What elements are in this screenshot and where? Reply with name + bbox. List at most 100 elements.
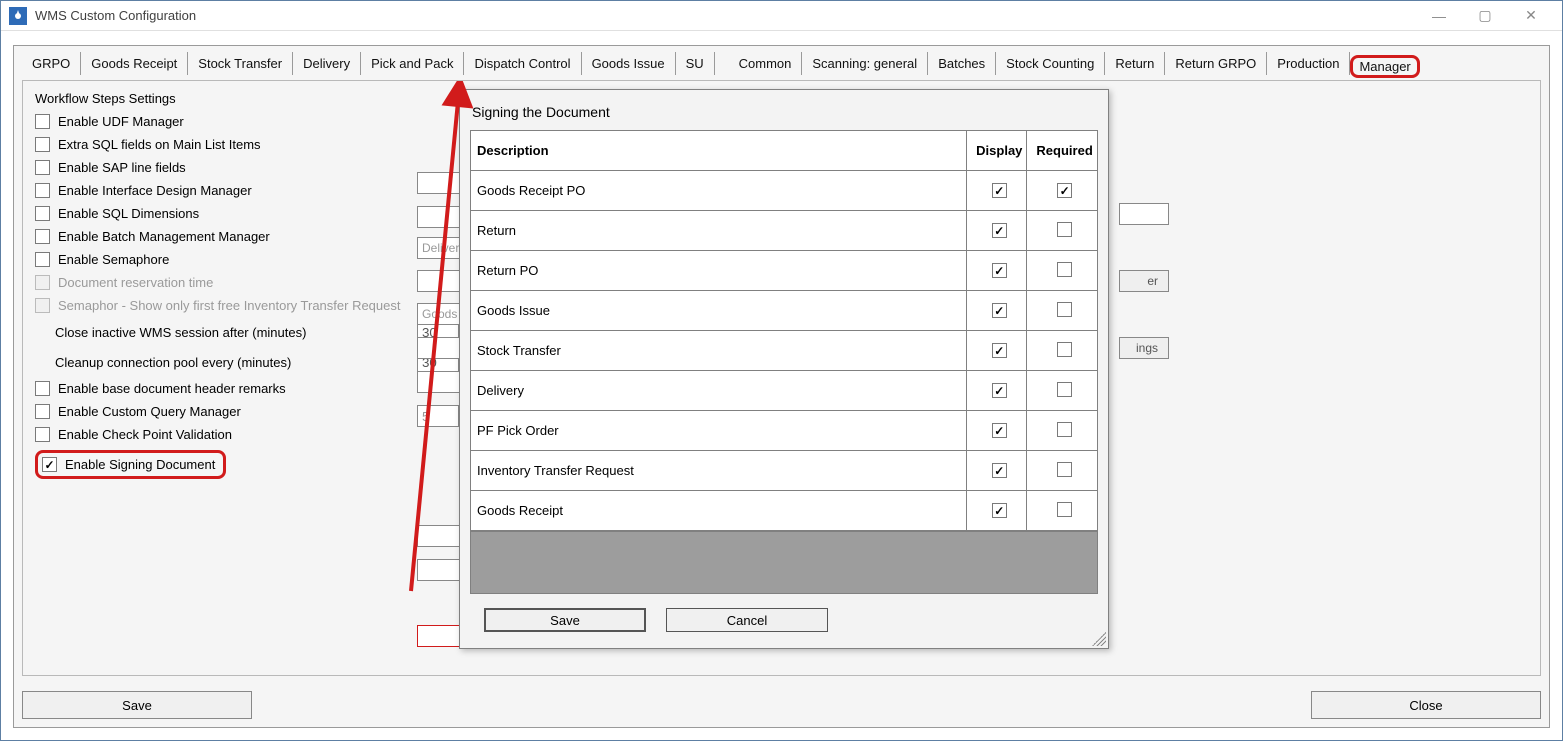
tab-goods-issue[interactable]: Goods Issue	[582, 52, 676, 75]
tab-grpo[interactable]: GRPO	[22, 52, 81, 75]
col-header-description[interactable]: Description	[471, 131, 967, 171]
checkbox-label: Enable Signing Document	[65, 457, 215, 472]
display-checkbox[interactable]	[992, 383, 1007, 398]
cleanup-label: Cleanup connection pool every (minutes)	[55, 355, 417, 370]
checkbox[interactable]	[35, 252, 50, 267]
main-save-button[interactable]: Save	[22, 691, 252, 719]
tab-stock-counting[interactable]: Stock Counting	[996, 52, 1105, 75]
window-title: WMS Custom Configuration	[35, 8, 1416, 23]
checkbox[interactable]	[35, 427, 50, 442]
display-checkbox[interactable]	[992, 183, 1007, 198]
required-checkbox[interactable]	[1057, 422, 1072, 437]
dialog-save-button[interactable]: Save	[484, 608, 646, 632]
cell-required	[1027, 491, 1097, 531]
checkbox[interactable]	[35, 404, 50, 419]
grid-row[interactable]: Goods Receipt PO	[471, 171, 1097, 211]
cell-display	[967, 331, 1027, 371]
required-checkbox[interactable]	[1057, 183, 1072, 198]
tab-dispatch-control[interactable]: Dispatch Control	[464, 52, 581, 75]
tab-bar: GRPOGoods ReceiptStock TransferDeliveryP…	[22, 52, 1541, 76]
checkbox	[35, 275, 50, 290]
tab-pick-and-pack[interactable]: Pick and Pack	[361, 52, 464, 75]
checkbox-label: Enable UDF Manager	[58, 114, 184, 129]
tab-batches[interactable]: Batches	[928, 52, 996, 75]
app-icon	[9, 7, 27, 25]
col-header-display[interactable]: Display	[967, 131, 1027, 171]
display-checkbox[interactable]	[992, 503, 1007, 518]
display-checkbox[interactable]	[992, 343, 1007, 358]
tab-delivery[interactable]: Delivery	[293, 52, 361, 75]
col-header-required[interactable]: Required	[1027, 131, 1097, 171]
resize-grip-icon[interactable]	[1092, 632, 1106, 646]
checkbox[interactable]	[35, 160, 50, 175]
required-checkbox[interactable]	[1057, 302, 1072, 317]
cell-required	[1027, 291, 1097, 331]
checkbox-label: Enable base document header remarks	[58, 381, 286, 396]
doc-res-input	[417, 405, 459, 427]
tab-scanning-general[interactable]: Scanning: general	[802, 52, 928, 75]
cell-display	[967, 171, 1027, 211]
dialog-cancel-button[interactable]: Cancel	[666, 608, 828, 632]
checkbox[interactable]	[42, 457, 57, 472]
grid-row[interactable]: Goods Issue	[471, 291, 1097, 331]
grid-row[interactable]: Return	[471, 211, 1097, 251]
checkbox-label: Enable SAP line fields	[58, 160, 186, 175]
cell-display	[967, 291, 1027, 331]
display-checkbox[interactable]	[992, 263, 1007, 278]
grid-row[interactable]: Inventory Transfer Request	[471, 451, 1097, 491]
hidden-field-right[interactable]	[1119, 203, 1169, 225]
cell-display	[967, 211, 1027, 251]
checkbox-label: Enable Semaphore	[58, 252, 169, 267]
tab-stock-transfer[interactable]: Stock Transfer	[188, 52, 293, 75]
cell-display	[967, 411, 1027, 451]
checkbox[interactable]	[35, 114, 50, 129]
cell-description: Inventory Transfer Request	[471, 451, 967, 491]
checkbox[interactable]	[35, 183, 50, 198]
grid-row[interactable]: Goods Receipt	[471, 491, 1097, 531]
display-checkbox[interactable]	[992, 303, 1007, 318]
grid-row[interactable]: PF Pick Order	[471, 411, 1097, 451]
tab-goods-receipt[interactable]: Goods Receipt	[81, 52, 188, 75]
tab-manager[interactable]: Manager	[1350, 60, 1419, 75]
main-close-button[interactable]: Close	[1311, 691, 1541, 719]
checkbox[interactable]	[35, 381, 50, 396]
cell-description: Stock Transfer	[471, 331, 967, 371]
tab-return-grpo[interactable]: Return GRPO	[1165, 52, 1267, 75]
grid-header-row: Description Display Required	[471, 131, 1097, 171]
checkbox-label: Enable Batch Management Manager	[58, 229, 270, 244]
display-checkbox[interactable]	[992, 423, 1007, 438]
dialog-title: Signing the Document	[472, 104, 1098, 120]
hidden-button-ings[interactable]: ings	[1119, 337, 1169, 359]
checkbox[interactable]	[35, 206, 50, 221]
grid-row[interactable]: Return PO	[471, 251, 1097, 291]
display-checkbox[interactable]	[992, 463, 1007, 478]
cell-description: Goods Receipt PO	[471, 171, 967, 211]
tab-return[interactable]: Return	[1105, 52, 1165, 75]
tab-common[interactable]: Common	[729, 52, 803, 75]
required-checkbox[interactable]	[1057, 462, 1072, 477]
tab-production[interactable]: Production	[1267, 52, 1350, 75]
required-checkbox[interactable]	[1057, 262, 1072, 277]
required-checkbox[interactable]	[1057, 502, 1072, 517]
hidden-button-er[interactable]: er	[1119, 270, 1169, 292]
display-checkbox[interactable]	[992, 223, 1007, 238]
cell-display	[967, 451, 1027, 491]
cell-description: Goods Receipt	[471, 491, 967, 531]
cell-display	[967, 371, 1027, 411]
grid-row[interactable]: Stock Transfer	[471, 331, 1097, 371]
close-button[interactable]: ✕	[1508, 2, 1554, 30]
checkbox-label: Enable Interface Design Manager	[58, 183, 252, 198]
cell-description: PF Pick Order	[471, 411, 967, 451]
minimize-button[interactable]: —	[1416, 2, 1462, 30]
required-checkbox[interactable]	[1057, 222, 1072, 237]
required-checkbox[interactable]	[1057, 382, 1072, 397]
checkbox-label: Document reservation time	[58, 275, 213, 290]
checkbox[interactable]	[35, 137, 50, 152]
tab-su[interactable]: SU	[676, 52, 715, 75]
required-checkbox[interactable]	[1057, 342, 1072, 357]
maximize-button[interactable]: ▢	[1462, 2, 1508, 30]
checkbox[interactable]	[35, 229, 50, 244]
checkbox-label: Enable Custom Query Manager	[58, 404, 241, 419]
main-window: WMS Custom Configuration — ▢ ✕ GRPOGoods…	[0, 0, 1563, 741]
grid-row[interactable]: Delivery	[471, 371, 1097, 411]
